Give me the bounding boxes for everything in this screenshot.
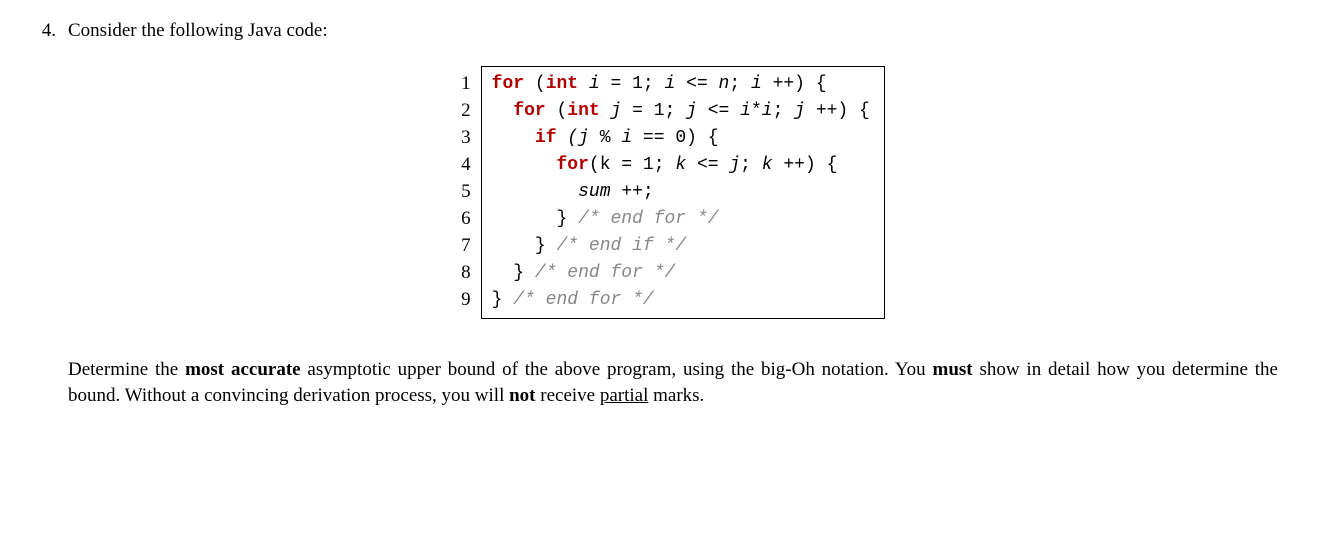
text: marks.: [648, 385, 704, 406]
code-line: for (int j = 1; j <= i*i; j ++) {: [492, 98, 870, 125]
line-number: 6: [461, 205, 471, 232]
line-number: 3: [461, 124, 471, 151]
question-text: Determine the most accurate asymptotic u…: [68, 357, 1278, 408]
code-block-wrapper: 1 2 3 4 5 6 7 8 9 for (int i = 1; i <= n…: [68, 66, 1278, 319]
bold-text: most accurate: [185, 359, 301, 380]
text: asymptotic upper bound of the above prog…: [301, 359, 933, 380]
code-line: } /* end for */: [492, 206, 870, 233]
code-line: } /* end for */: [492, 260, 870, 287]
line-number: 1: [461, 70, 471, 97]
line-number: 2: [461, 97, 471, 124]
problem-container: 4. Consider the following Java code: 1 2…: [30, 20, 1278, 408]
code-line: } /* end for */: [492, 287, 870, 314]
line-numbers: 1 2 3 4 5 6 7 8 9: [461, 66, 481, 317]
text: receive: [536, 385, 600, 406]
code-line: sum ++;: [492, 179, 870, 206]
line-number: 5: [461, 178, 471, 205]
bold-text: not: [509, 385, 535, 406]
line-number: 7: [461, 232, 471, 259]
code-line: if (j % i == 0) {: [492, 125, 870, 152]
code-line: for (int i = 1; i <= n; i ++) {: [492, 71, 870, 98]
code-line: for(k = 1; k <= j; k ++) {: [492, 152, 870, 179]
text: Determine the: [68, 359, 185, 380]
line-number: 8: [461, 259, 471, 286]
line-number: 9: [461, 286, 471, 313]
code-box: for (int i = 1; i <= n; i ++) { for (int…: [481, 66, 885, 319]
problem-number: 4.: [30, 20, 68, 42]
underline-text: partial: [600, 385, 649, 406]
problem-content: Consider the following Java code: 1 2 3 …: [68, 20, 1278, 408]
code-block: 1 2 3 4 5 6 7 8 9 for (int i = 1; i <= n…: [461, 66, 885, 319]
bold-text: must: [933, 359, 973, 380]
code-line: } /* end if */: [492, 233, 870, 260]
line-number: 4: [461, 151, 471, 178]
intro-text: Consider the following Java code:: [68, 20, 1278, 42]
